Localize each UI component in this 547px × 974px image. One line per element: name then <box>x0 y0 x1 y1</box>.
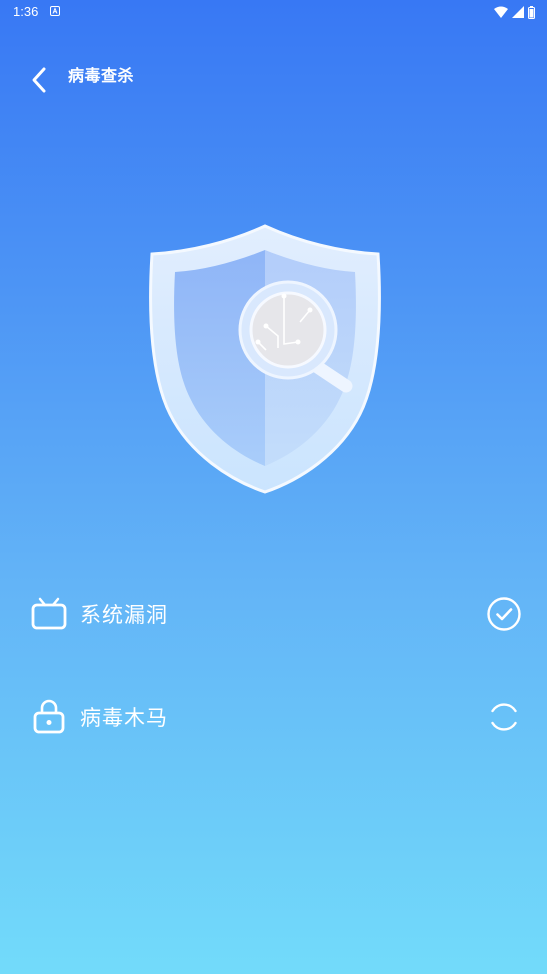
page-title: 病毒查杀 <box>68 66 135 85</box>
battery-icon <box>528 5 535 19</box>
scan-item-system-vulnerability: 系统漏洞 <box>0 582 547 642</box>
lock-icon <box>33 699 65 734</box>
scan-item-virus-trojan: 病毒木马 <box>0 685 547 745</box>
loading-spinner-icon <box>491 703 517 731</box>
check-circle-icon <box>487 597 521 631</box>
status-time: 1:36 <box>13 4 39 19</box>
status-icons <box>494 5 535 19</box>
signal-icon <box>512 6 524 18</box>
scan-item-label: 病毒木马 <box>80 706 168 730</box>
header: 病毒查杀 <box>0 56 547 100</box>
scan-item-label: 系统漏洞 <box>80 603 168 627</box>
a-icon <box>50 6 60 16</box>
chevron-left-icon <box>32 67 46 93</box>
back-button[interactable] <box>24 64 56 96</box>
tv-icon <box>31 597 67 630</box>
shield-magnifier-icon <box>149 224 381 494</box>
status-bar: 1:36 <box>0 0 547 24</box>
wifi-icon <box>494 6 508 18</box>
